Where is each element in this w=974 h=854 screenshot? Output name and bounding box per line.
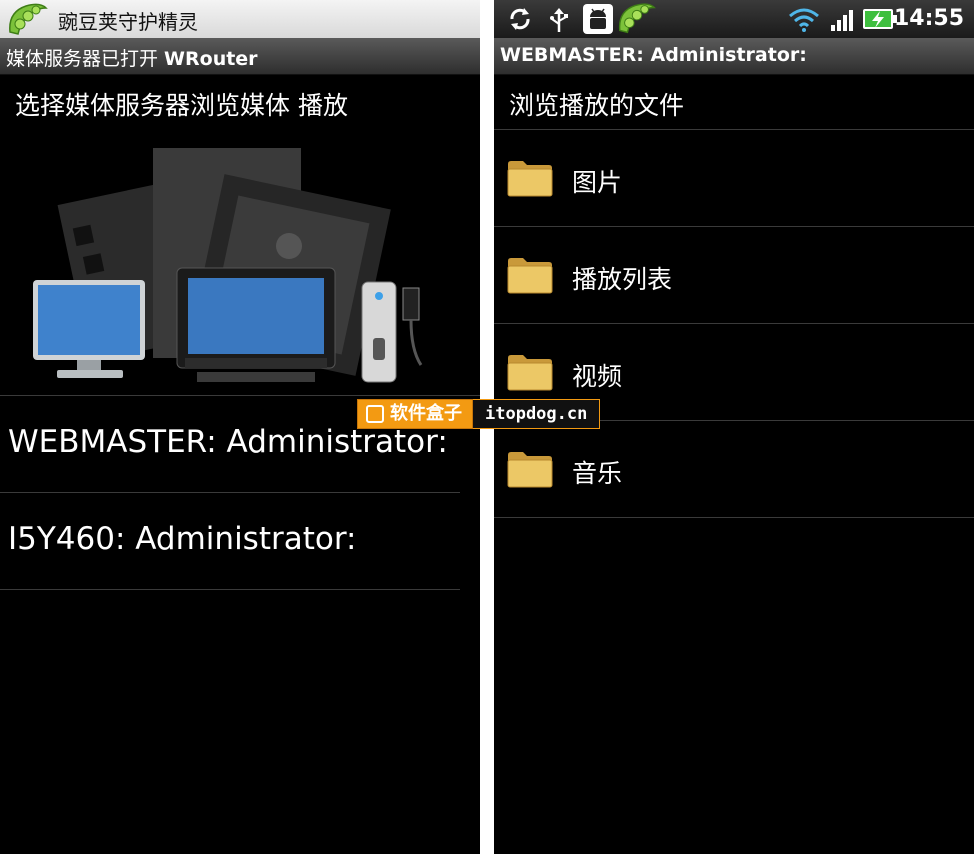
watermark: 软件盒子 itopdog.cn — [357, 399, 601, 429]
watermark-site: itopdog.cn — [473, 399, 601, 429]
media-server-item[interactable]: WEBMASTER: Administrator: — [8, 424, 448, 460]
folder-icon — [507, 452, 553, 488]
folder-label: 图片 — [572, 168, 623, 197]
folder-item-pictures[interactable]: 图片 — [494, 130, 974, 226]
folder-item-music[interactable]: 音乐 — [494, 421, 974, 517]
folder-icon — [507, 161, 553, 197]
android-debug-icon — [583, 4, 613, 34]
wifi-icon — [789, 8, 819, 32]
usb-icon — [550, 8, 568, 32]
folder-item-playlists[interactable]: 播放列表 — [494, 227, 974, 323]
section-heading: 浏览播放的文件 — [509, 91, 685, 120]
folder-icon — [507, 258, 553, 294]
folder-label: 视频 — [572, 362, 623, 391]
media-devices-illustration — [33, 148, 423, 383]
clock-time: 14:55 — [893, 6, 964, 31]
notification-title: 豌豆荚守护精灵 — [58, 10, 198, 34]
app-name: WRouter — [164, 48, 258, 70]
media-server-item[interactable]: I5Y460: Administrator: — [8, 521, 357, 557]
divider — [0, 395, 480, 396]
wandoujia-pea-icon — [9, 3, 48, 35]
divider — [494, 517, 974, 518]
app-title: WEBMASTER: Administrator: — [500, 44, 807, 66]
status-bar[interactable]: 14:55 — [494, 0, 974, 38]
folder-icon — [507, 355, 553, 391]
folder-label: 音乐 — [572, 459, 623, 488]
notification-bar[interactable]: 豌豆荚守护精灵 — [0, 0, 480, 38]
divider — [0, 589, 460, 590]
app-title-bar: 媒体服务器已打开 WRouter — [0, 38, 480, 75]
watermark-brand: 软件盒子 — [357, 399, 473, 429]
title-status-text: 媒体服务器已打开 — [6, 48, 165, 70]
app-title-bar: WEBMASTER: Administrator: — [494, 38, 974, 75]
battery-charging-icon — [863, 9, 897, 29]
section-heading: 选择媒体服务器浏览媒体 播放 — [15, 91, 348, 120]
sync-icon — [510, 8, 530, 30]
watermark-brand-text: 软件盒子 — [390, 403, 462, 424]
box-logo-icon — [366, 405, 384, 423]
wandoujia-pea-icon — [618, 3, 656, 34]
folder-label: 播放列表 — [572, 265, 673, 294]
app-title: 媒体服务器已打开 WRouter — [6, 44, 258, 71]
divider — [0, 492, 460, 493]
signal-icon — [831, 10, 853, 31]
